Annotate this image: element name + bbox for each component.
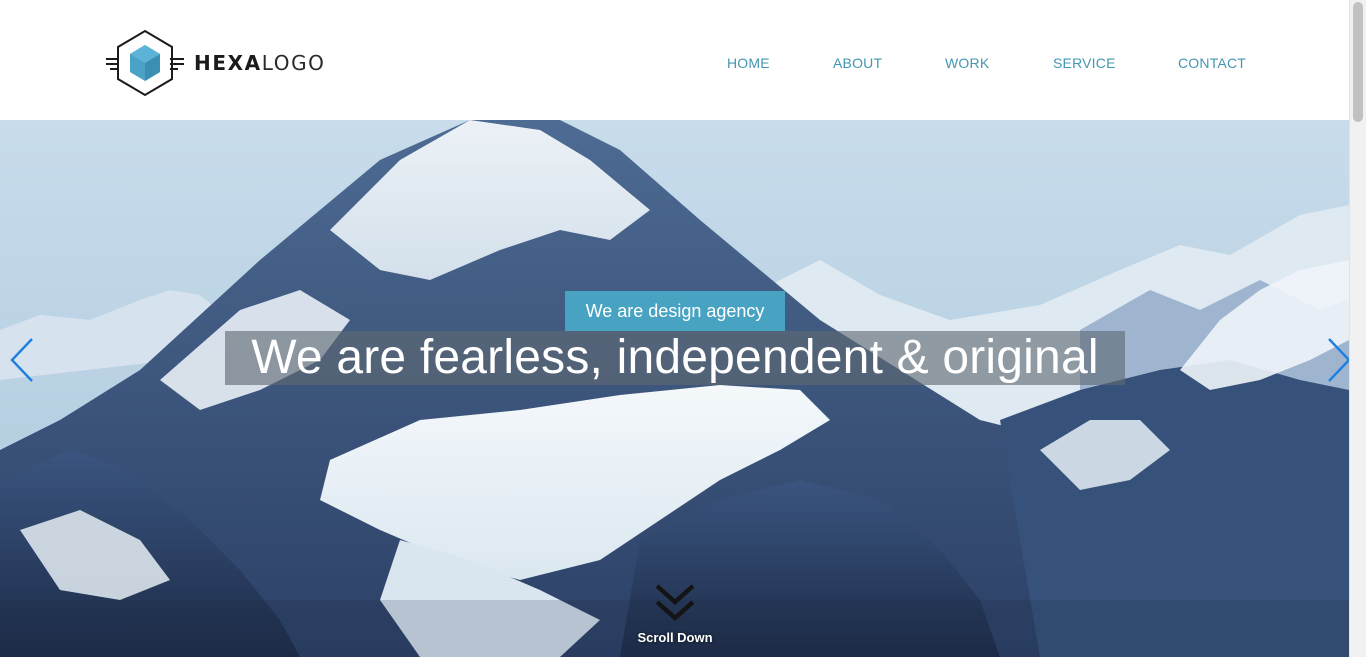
chevron-right-icon: [1328, 338, 1349, 382]
hero-headline-box: We are fearless, independent & original: [225, 331, 1125, 385]
page-scrollbar[interactable]: [1349, 0, 1366, 657]
logo-text-bold: HEXA: [194, 51, 262, 75]
chevron-left-icon: [10, 338, 33, 382]
mountain-background-image: [0, 120, 1349, 657]
slider-next-button[interactable]: [1325, 336, 1349, 384]
hero-tagline: We are design agency: [565, 291, 785, 331]
logo-text: HEXALOGO: [194, 51, 326, 75]
logo-text-light: LOGO: [261, 51, 326, 75]
hero-slider: We are design agency We are fearless, in…: [0, 120, 1349, 657]
nav-item-service[interactable]: SERVICE: [1053, 52, 1116, 74]
hero-headline: We are fearless, independent & original: [251, 331, 1099, 384]
nav-item-contact[interactable]: CONTACT: [1178, 52, 1246, 74]
scroll-down-label: Scroll Down: [637, 630, 713, 645]
logo[interactable]: HEXALOGO: [104, 29, 326, 97]
scrollbar-thumb[interactable]: [1353, 2, 1363, 122]
site-header: HEXALOGO HOME ABOUT WORK SERVICE CONTACT: [0, 0, 1349, 120]
main-nav: HOME ABOUT WORK SERVICE CONTACT: [700, 52, 1260, 74]
double-chevron-down-icon: [655, 584, 695, 622]
slider-prev-button[interactable]: [6, 336, 36, 384]
hexagon-cube-icon: [106, 29, 184, 97]
scroll-down-button[interactable]: Scroll Down: [620, 582, 730, 652]
nav-item-home[interactable]: HOME: [727, 52, 770, 74]
nav-item-about[interactable]: ABOUT: [833, 52, 882, 74]
nav-item-work[interactable]: WORK: [945, 52, 989, 74]
